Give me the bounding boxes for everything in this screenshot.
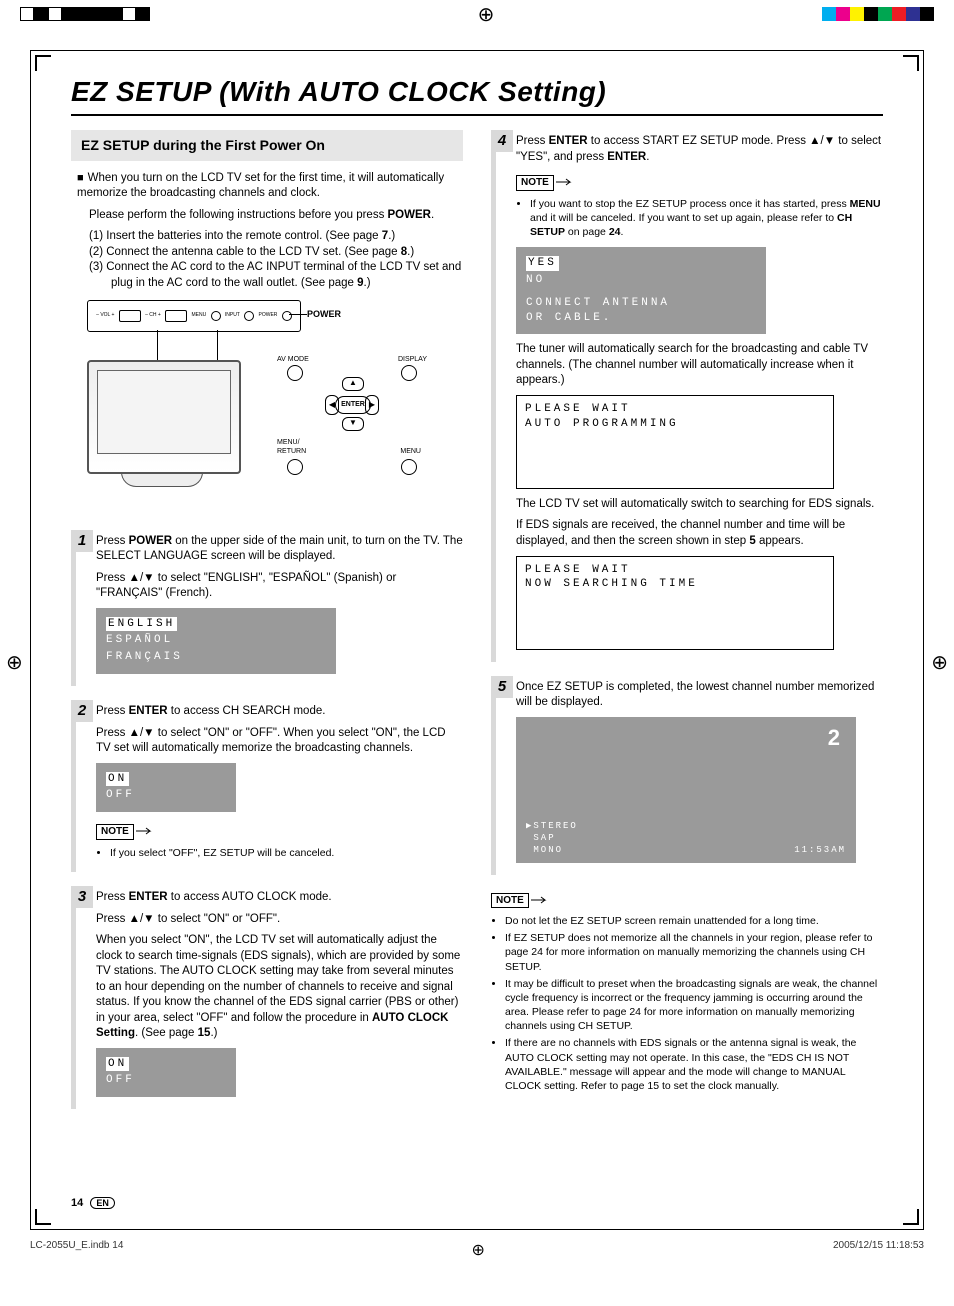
note-badge: NOTE [491, 893, 529, 909]
osd-please-wait-2: PLEASE WAIT NOW SEARCHING TIME [516, 556, 834, 650]
step-3: 3 Press ENTER to access AUTO CLOCK mode.… [71, 886, 463, 1109]
crosshair-icon: ⊕ [931, 650, 948, 675]
page-title: EZ SETUP (With AUTO CLOCK Setting) [71, 76, 883, 108]
step-4: 4 Press ENTER to access START EZ SETUP m… [491, 130, 883, 662]
step-number: 5 [491, 676, 513, 698]
registration-marks-top: ⊕ [0, 0, 954, 30]
power-callout-label: POWER [307, 308, 341, 320]
note-badge: NOTE [516, 175, 554, 191]
eds-text-1: The LCD TV set will automatically switch… [516, 497, 883, 513]
bullet-square-icon: ■ [77, 172, 84, 184]
step-5: 5 Once EZ SETUP is completed, the lowest… [491, 676, 883, 875]
up-down-icon: ▲/▼ [129, 913, 155, 925]
intro-paragraph-1: ■When you turn on the LCD TV set for the… [77, 171, 463, 202]
step-number: 1 [71, 530, 93, 552]
final-notes-list: Do not let the EZ SETUP screen remain un… [491, 914, 883, 1093]
prep-substeps: (1) Insert the batteries into the remote… [77, 229, 463, 291]
page-footer: 14 EN [71, 1197, 115, 1209]
up-down-icon: ▲/▼ [129, 727, 155, 739]
osd-please-wait-1: PLEASE WAIT AUTO PROGRAMMING [516, 395, 834, 489]
note-arrow-icon [136, 827, 154, 835]
eds-text-2: If EDS signals are received, the channel… [516, 518, 883, 549]
tv-remote-illustration: – VOL + – CH + MENU INPUT POWER POWER [77, 300, 437, 520]
tv-body-icon [87, 360, 237, 490]
note-arrow-icon [531, 896, 549, 904]
osd-on-off: ON OFF [96, 1048, 236, 1098]
section-subhead: EZ SETUP during the First Power On [71, 130, 463, 161]
osd-language-menu: ENGLISH ESPAÑOL FRANÇAIS [96, 608, 336, 675]
intro-paragraph-2: Please perform the following instruction… [77, 208, 463, 224]
step-number: 3 [71, 886, 93, 908]
slug-date: 2005/12/15 11:18:53 [833, 1240, 924, 1260]
osd-yes-no: YES NO CONNECT ANTENNA OR CABLE. [516, 247, 766, 334]
up-down-icon: ▲/▼ [809, 135, 835, 147]
page-sheet: EZ SETUP (With AUTO CLOCK Setting) EZ SE… [30, 50, 924, 1230]
crosshair-icon: ⊕ [478, 2, 495, 27]
title-rule [71, 114, 883, 116]
note-list: If you select "OFF", EZ SETUP will be ca… [96, 846, 463, 860]
note-arrow-icon [556, 178, 574, 186]
osd-channel-display: 2 ▶STEREO SAP MONO 11:53AM [516, 717, 856, 863]
crosshair-icon: ⊕ [471, 1240, 484, 1260]
step-1: 1 Press POWER on the upper side of the m… [71, 530, 463, 687]
slug-file: LC-2055U_E.indb 14 [30, 1240, 123, 1260]
tuner-text: The tuner will automatically search for … [516, 342, 883, 389]
step-2: 2 Press ENTER to access CH SEARCH mode. … [71, 700, 463, 872]
osd-on-off: ON OFF [96, 763, 236, 813]
imposition-slug: LC-2055U_E.indb 14 ⊕ 2005/12/15 11:18:53 [30, 1240, 924, 1260]
note-badge: NOTE [96, 824, 134, 840]
crosshair-icon: ⊕ [6, 650, 23, 675]
tv-top-panel: – VOL + – CH + MENU INPUT POWER [87, 300, 301, 332]
page-number: 14 [71, 1197, 83, 1209]
left-column: EZ SETUP during the First Power On ■When… [71, 130, 463, 1123]
remote-dpad-cluster: AV MODE DISPLAY ▲ ▼ ◀ ▶ ENTER MENU/ RETU… [277, 355, 427, 475]
step-number: 4 [491, 130, 513, 152]
step-number: 2 [71, 700, 93, 722]
up-down-icon: ▲/▼ [129, 572, 155, 584]
right-column: 4 Press ENTER to access START EZ SETUP m… [491, 130, 883, 1123]
lang-badge: EN [90, 1197, 115, 1209]
note-list: If you want to stop the EZ SETUP process… [516, 197, 883, 240]
